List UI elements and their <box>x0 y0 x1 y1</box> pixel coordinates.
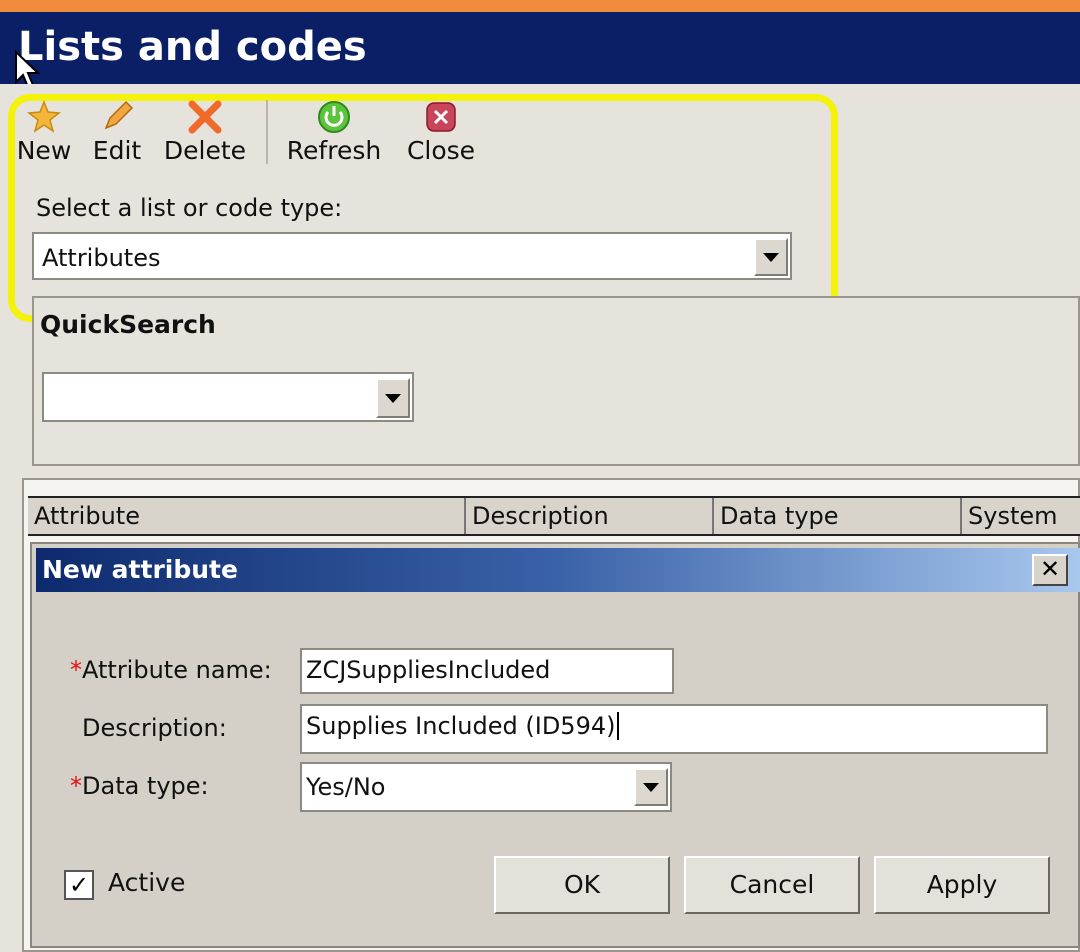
dialog-title: New attribute <box>42 555 238 584</box>
required-marker: * <box>70 772 82 800</box>
star-icon <box>12 99 76 134</box>
window-title: Lists and codes <box>18 24 367 70</box>
description-field[interactable]: Supplies Included (ID594) <box>300 704 1048 754</box>
edit-label: Edit <box>92 136 142 165</box>
refresh-label: Refresh <box>286 136 382 165</box>
data-type-value: Yes/No <box>306 773 386 801</box>
cancel-button[interactable]: Cancel <box>684 856 860 914</box>
chevron-down-icon <box>643 782 659 792</box>
attribute-name-field[interactable]: ZCJSuppliesIncluded <box>300 648 674 694</box>
column-header-system[interactable]: System <box>962 498 1080 534</box>
close-label: Close <box>406 136 476 165</box>
toolbar-separator <box>266 100 268 164</box>
top-accent-bar <box>0 0 1080 12</box>
delete-label: Delete <box>163 136 247 165</box>
dialog-close-button[interactable]: ✕ <box>1032 554 1068 586</box>
column-header-attribute[interactable]: Attribute <box>28 498 466 534</box>
column-header-data-type[interactable]: Data type <box>714 498 962 534</box>
column-header-description[interactable]: Description <box>466 498 714 534</box>
ok-button[interactable]: OK <box>494 856 670 914</box>
list-type-value: Attributes <box>42 244 161 272</box>
grid-header: Attribute Description Data type System <box>28 496 1080 536</box>
close-icon: ✕ <box>1039 555 1061 583</box>
new-button[interactable]: New <box>12 99 76 165</box>
description-value: Supplies Included (ID594) <box>306 712 616 740</box>
quicksearch-label: QuickSearch <box>40 310 216 339</box>
close-button[interactable]: Close <box>404 100 478 165</box>
text-cursor <box>617 712 620 740</box>
edit-button[interactable]: Edit <box>88 100 146 165</box>
pencil-icon <box>88 100 146 134</box>
delete-button[interactable]: Delete <box>162 100 248 165</box>
new-label: New <box>16 136 72 165</box>
description-label: Description: <box>82 714 227 742</box>
apply-button[interactable]: Apply <box>874 856 1050 914</box>
refresh-button[interactable]: Refresh <box>282 100 386 165</box>
data-type-dropdown-button[interactable] <box>634 768 668 806</box>
chevron-down-icon <box>385 393 401 403</box>
data-type-label: *Data type: <box>70 772 209 800</box>
active-label: Active <box>108 868 186 897</box>
chevron-down-icon <box>763 252 779 262</box>
quicksearch-input[interactable] <box>42 372 414 422</box>
required-marker: * <box>70 656 82 684</box>
quicksearch-dropdown-button[interactable] <box>376 378 410 418</box>
list-type-dropdown-button[interactable] <box>754 238 788 276</box>
checkmark-icon: ✓ <box>68 871 90 899</box>
attribute-name-label: *Attribute name: <box>70 656 272 684</box>
list-type-select[interactable]: Attributes <box>32 232 792 280</box>
delete-x-icon <box>162 100 248 134</box>
list-type-label: Select a list or code type: <box>36 194 343 222</box>
data-type-select[interactable]: Yes/No <box>300 762 672 812</box>
close-red-icon <box>404 100 478 134</box>
refresh-icon <box>282 100 386 134</box>
active-checkbox[interactable]: ✓ <box>64 870 94 900</box>
